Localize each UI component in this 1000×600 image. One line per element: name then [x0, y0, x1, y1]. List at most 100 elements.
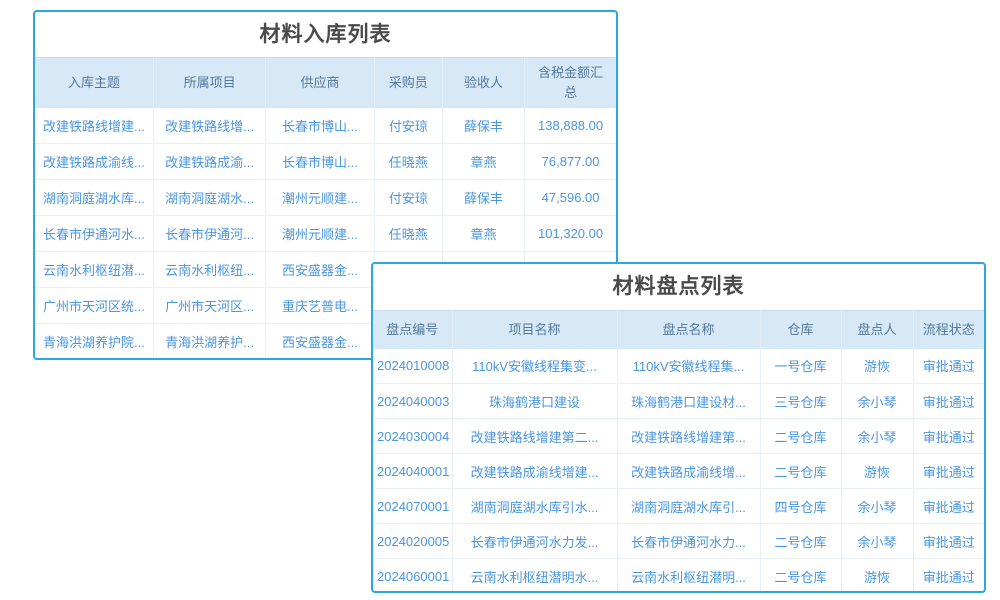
inbound-list-title: 材料入库列表: [35, 12, 616, 57]
table-cell-link[interactable]: 游恢: [841, 559, 913, 594]
table-cell-link[interactable]: 2024040003: [373, 384, 452, 419]
table-cell-link[interactable]: 云南水利枢纽潜...: [35, 252, 153, 288]
table-cell-link[interactable]: 2024060001: [373, 559, 452, 594]
table-cell-status[interactable]: 审批通过: [913, 419, 984, 454]
table-cell-link[interactable]: 2024020005: [373, 524, 452, 559]
table-cell-amount: 138,888.00: [525, 108, 616, 144]
table-cell-link[interactable]: 改建铁路线增建...: [35, 108, 153, 144]
table-cell-link[interactable]: 2024040001: [373, 454, 452, 489]
table-cell-link[interactable]: 潮州元顺建...: [266, 216, 374, 252]
column-header: 入库主题: [35, 58, 153, 108]
table-cell-link[interactable]: 改建铁路线增...: [153, 108, 265, 144]
table-cell-link[interactable]: 付安琼: [374, 180, 442, 216]
column-header: 验收人: [442, 58, 524, 108]
table-cell-link[interactable]: 游恢: [841, 349, 913, 384]
table-cell-link[interactable]: 广州市天河区统...: [35, 288, 153, 324]
table-row[interactable]: 2024010008110kV安徽线程集变...110kV安徽线程集...一号仓…: [373, 349, 984, 384]
column-header: 盘点编号: [373, 311, 452, 349]
table-cell-link[interactable]: 章燕: [442, 144, 524, 180]
table-cell-link[interactable]: 任晓燕: [374, 144, 442, 180]
table-cell-link[interactable]: 薛保丰: [442, 180, 524, 216]
table-row[interactable]: 湖南洞庭湖水库...湖南洞庭湖水...潮州元顺建...付安琼薛保丰47,596.…: [35, 180, 616, 216]
table-cell-link[interactable]: 云南水利枢纽潜明...: [617, 559, 760, 594]
table-cell-status[interactable]: 审批通过: [913, 489, 984, 524]
table-cell-status[interactable]: 审批通过: [913, 384, 984, 419]
table-cell-link[interactable]: 长春市伊通河水...: [35, 216, 153, 252]
table-cell-link[interactable]: 改建铁路线增建第二...: [452, 419, 617, 454]
table-cell-link[interactable]: 二号仓库: [760, 454, 841, 489]
table-cell-link[interactable]: 云南水利枢纽潜明水...: [452, 559, 617, 594]
table-cell-link[interactable]: 游恢: [841, 454, 913, 489]
table-cell-link[interactable]: 110kV安徽线程集变...: [452, 349, 617, 384]
table-cell-link[interactable]: 西安盛器金...: [266, 324, 374, 360]
table-cell-link[interactable]: 二号仓库: [760, 524, 841, 559]
table-cell-link[interactable]: 西安盛器金...: [266, 252, 374, 288]
table-cell-link[interactable]: 四号仓库: [760, 489, 841, 524]
table-cell-link[interactable]: 长春市伊通河水力发...: [452, 524, 617, 559]
table-row[interactable]: 2024070001湖南洞庭湖水库引水...湖南洞庭湖水库引...四号仓库余小琴…: [373, 489, 984, 524]
table-cell-link[interactable]: 改建铁路成渝线增...: [617, 454, 760, 489]
stocktake-table: 盘点编号项目名称盘点名称仓库盘点人流程状态2024010008110kV安徽线程…: [373, 310, 984, 593]
table-row[interactable]: 改建铁路成渝线...改建铁路成渝...长春市博山...任晓燕章燕76,877.0…: [35, 144, 616, 180]
table-cell-link[interactable]: 长春市博山...: [266, 144, 374, 180]
table-cell-link[interactable]: 青海洪湖养护院...: [35, 324, 153, 360]
table-row[interactable]: 2024060001云南水利枢纽潜明水...云南水利枢纽潜明...二号仓库游恢审…: [373, 559, 984, 594]
table-cell-status[interactable]: 审批通过: [913, 559, 984, 594]
table-cell-link[interactable]: 长春市伊通河...: [153, 216, 265, 252]
stocktake-list-title: 材料盘点列表: [373, 264, 984, 310]
table-cell-link[interactable]: 改建铁路成渝线...: [35, 144, 153, 180]
table-row[interactable]: 2024030004改建铁路线增建第二...改建铁路线增建第...二号仓库余小琴…: [373, 419, 984, 454]
table-row[interactable]: 2024020005长春市伊通河水力发...长春市伊通河水力...二号仓库余小琴…: [373, 524, 984, 559]
table-cell-link[interactable]: 湖南洞庭湖水库引水...: [452, 489, 617, 524]
column-header: 流程状态: [913, 311, 984, 349]
table-cell-link[interactable]: 二号仓库: [760, 419, 841, 454]
table-cell-link[interactable]: 110kV安徽线程集...: [617, 349, 760, 384]
header-row: 盘点编号项目名称盘点名称仓库盘点人流程状态: [373, 311, 984, 349]
table-cell-link[interactable]: 珠海鹤港口建设: [452, 384, 617, 419]
table-cell-link[interactable]: 重庆艺普电...: [266, 288, 374, 324]
table-cell-link[interactable]: 湖南洞庭湖水...: [153, 180, 265, 216]
table-cell-link[interactable]: 青海洪湖养护...: [153, 324, 265, 360]
table-cell-link[interactable]: 湖南洞庭湖水库...: [35, 180, 153, 216]
table-cell-link[interactable]: 余小琴: [841, 384, 913, 419]
table-row[interactable]: 2024040001改建铁路成渝线增建...改建铁路成渝线增...二号仓库游恢审…: [373, 454, 984, 489]
table-cell-link[interactable]: 三号仓库: [760, 384, 841, 419]
table-cell-status[interactable]: 审批通过: [913, 454, 984, 489]
table-row[interactable]: 改建铁路线增建...改建铁路线增...长春市博山...付安琼薛保丰138,888…: [35, 108, 616, 144]
table-cell-link[interactable]: 2024070001: [373, 489, 452, 524]
table-cell-status[interactable]: 审批通过: [913, 524, 984, 559]
table-cell-amount: 101,320.00: [525, 216, 616, 252]
table-cell-link[interactable]: 薛保丰: [442, 108, 524, 144]
column-header: 盘点人: [841, 311, 913, 349]
material-stocktake-list-card: 材料盘点列表 盘点编号项目名称盘点名称仓库盘点人流程状态202401000811…: [371, 262, 986, 593]
table-cell-link[interactable]: 二号仓库: [760, 559, 841, 594]
table-cell-link[interactable]: 云南水利枢纽...: [153, 252, 265, 288]
table-cell-link[interactable]: 2024030004: [373, 419, 452, 454]
table-cell-link[interactable]: 改建铁路线增建第...: [617, 419, 760, 454]
table-cell-link[interactable]: 余小琴: [841, 419, 913, 454]
table-cell-link[interactable]: 余小琴: [841, 524, 913, 559]
table-cell-link[interactable]: 长春市博山...: [266, 108, 374, 144]
table-cell-amount: 76,877.00: [525, 144, 616, 180]
table-cell-link[interactable]: 一号仓库: [760, 349, 841, 384]
table-row[interactable]: 长春市伊通河水...长春市伊通河...潮州元顺建...任晓燕章燕101,320.…: [35, 216, 616, 252]
table-cell-link[interactable]: 章燕: [442, 216, 524, 252]
table-cell-link[interactable]: 长春市伊通河水力...: [617, 524, 760, 559]
table-cell-link[interactable]: 余小琴: [841, 489, 913, 524]
table-cell-link[interactable]: 珠海鹤港口建设材...: [617, 384, 760, 419]
table-cell-link[interactable]: 付安琼: [374, 108, 442, 144]
table-row[interactable]: 2024040003珠海鹤港口建设珠海鹤港口建设材...三号仓库余小琴审批通过: [373, 384, 984, 419]
table-cell-link[interactable]: 任晓燕: [374, 216, 442, 252]
table-cell-link[interactable]: 湖南洞庭湖水库引...: [617, 489, 760, 524]
table-cell-status[interactable]: 审批通过: [913, 349, 984, 384]
column-header: 供应商: [266, 58, 374, 108]
table-cell-link[interactable]: 改建铁路成渝线增建...: [452, 454, 617, 489]
column-header: 盘点名称: [617, 311, 760, 349]
table-cell-link[interactable]: 改建铁路成渝...: [153, 144, 265, 180]
column-header: 所属项目: [153, 58, 265, 108]
table-cell-link[interactable]: 广州市天河区...: [153, 288, 265, 324]
column-header: 项目名称: [452, 311, 617, 349]
table-cell-amount: 47,596.00: [525, 180, 616, 216]
table-cell-link[interactable]: 2024010008: [373, 349, 452, 384]
table-cell-link[interactable]: 潮州元顺建...: [266, 180, 374, 216]
